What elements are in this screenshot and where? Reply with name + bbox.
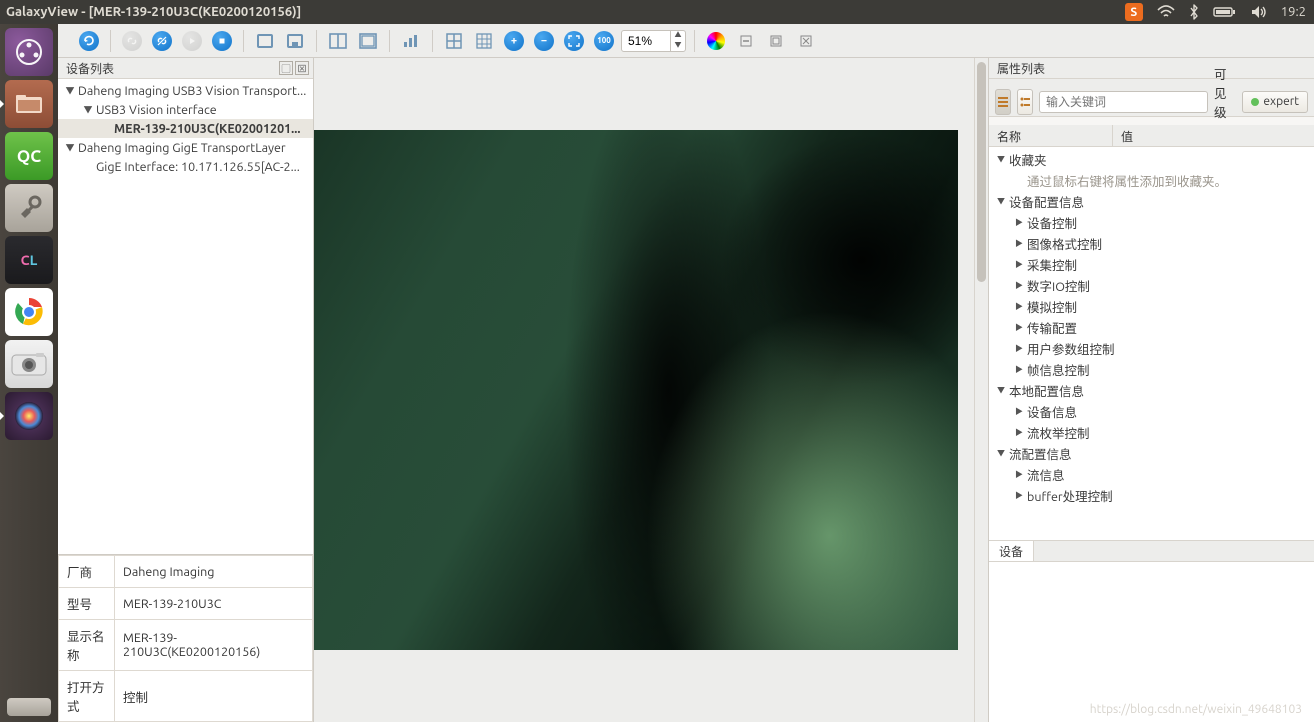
property-view-tree-icon[interactable]: [1017, 89, 1033, 115]
zoom-out-button[interactable]: −: [531, 28, 557, 54]
property-panel-header: 属性列表: [989, 58, 1314, 79]
bluetooth-icon[interactable]: [1189, 4, 1199, 20]
launcher-settings-icon[interactable]: [5, 184, 53, 232]
device-list-panel: 设备列表 ▢ ⊠ ▼Daheng Imaging USB3 Vision Tra…: [58, 58, 314, 722]
save-button[interactable]: [282, 28, 308, 54]
panel-close-icon[interactable]: ⊠: [295, 61, 309, 75]
property-tree-row[interactable]: ▶buffer处理控制: [989, 485, 1314, 506]
image-scroll-area[interactable]: [314, 58, 974, 722]
property-tree-row[interactable]: ▶图像格式控制: [989, 233, 1314, 254]
input-method-icon[interactable]: S: [1125, 3, 1143, 21]
zoom-100-button[interactable]: 100: [591, 28, 617, 54]
launcher-camera-icon[interactable]: [5, 340, 53, 388]
window-title: GalaxyView - [MER-139-210U3C(KE020012015…: [6, 5, 1125, 19]
close-panel-button[interactable]: [793, 28, 819, 54]
device-info-table: 厂商Daheng Imaging型号MER-139-210U3C显示名称MER-…: [58, 554, 313, 722]
property-tree-row[interactable]: ▶用户参数组控制: [989, 338, 1314, 359]
minimize-panel-button[interactable]: [733, 28, 759, 54]
zoom-in-button[interactable]: +: [501, 28, 527, 54]
layout-split-button[interactable]: [325, 28, 351, 54]
device-tree-row[interactable]: MER-139-210U3C(KE02001201...: [58, 119, 313, 138]
launcher-qc-icon[interactable]: QC: [5, 132, 53, 180]
property-tree[interactable]: ▼收藏夹通过鼠标右键将属性添加到收藏夹。▼设备配置信息▶设备控制▶图像格式控制▶…: [989, 147, 1314, 540]
property-tabs: 设备: [989, 540, 1314, 562]
unlink-button[interactable]: [149, 28, 175, 54]
property-tree-row[interactable]: 通过鼠标右键将属性添加到收藏夹。: [989, 170, 1314, 191]
property-tree-row[interactable]: ▶流枚举控制: [989, 422, 1314, 443]
zoom-step-down[interactable]: ▼: [671, 41, 685, 51]
property-tree-row[interactable]: ▼收藏夹: [989, 149, 1314, 170]
property-search-input[interactable]: [1039, 91, 1208, 113]
property-tree-row[interactable]: ▼流配置信息: [989, 443, 1314, 464]
color-wheel-button[interactable]: [703, 28, 729, 54]
refresh-button[interactable]: [76, 28, 102, 54]
device-tree[interactable]: ▼Daheng Imaging USB3 Vision Transport...…: [58, 79, 313, 554]
tab-device[interactable]: 设备: [989, 541, 1034, 561]
camera-preview-image: [314, 130, 958, 650]
property-columns-header: 名称 值: [989, 125, 1314, 147]
property-detail-area: [989, 562, 1314, 722]
device-list-header: 设备列表 ▢ ⊠: [58, 58, 313, 79]
stop-button[interactable]: [209, 28, 235, 54]
indicator-area: S 19:2: [1125, 3, 1306, 21]
battery-icon[interactable]: [1213, 6, 1237, 18]
layout-single-button[interactable]: [355, 28, 381, 54]
property-tree-row[interactable]: ▶传输配置: [989, 317, 1314, 338]
property-tree-row[interactable]: ▶数字IO控制: [989, 275, 1314, 296]
property-tree-row[interactable]: ▼设备配置信息: [989, 191, 1314, 212]
unity-launcher: QC CL: [0, 24, 58, 722]
property-tree-row[interactable]: ▶设备控制: [989, 212, 1314, 233]
device-tree-row[interactable]: GigE Interface: 10.171.126.55[AC-2...: [58, 157, 313, 176]
device-tree-row[interactable]: ▼Daheng Imaging USB3 Vision Transport...: [58, 81, 313, 100]
device-tree-row[interactable]: ▼Daheng Imaging GigE TransportLayer: [58, 138, 313, 157]
launcher-galaxyview-icon[interactable]: [5, 392, 53, 440]
vertical-scrollbar[interactable]: [974, 58, 988, 722]
galaxyview-app: + − 100 ▲▼ 设备列表 ▢ ⊠ ▼Daheng Imaging USB3…: [58, 24, 1314, 722]
launcher-files-icon[interactable]: [5, 80, 53, 128]
sound-icon[interactable]: [1251, 5, 1267, 19]
image-viewport: [314, 58, 988, 722]
property-panel: 属性列表 可见级别 expert 名称 值 ▼收藏夹通过鼠标右键将属性添加到收藏…: [988, 58, 1314, 722]
grid9-button[interactable]: [471, 28, 497, 54]
property-tree-row[interactable]: ▶模拟控制: [989, 296, 1314, 317]
property-tree-row[interactable]: ▶采集控制: [989, 254, 1314, 275]
zoom-fit-button[interactable]: [561, 28, 587, 54]
zoom-step-up[interactable]: ▲: [671, 31, 685, 41]
launcher-disk-icon[interactable]: [7, 698, 51, 716]
main-toolbar: + − 100 ▲▼: [58, 24, 1314, 58]
play-button: [179, 28, 205, 54]
visibility-level-button[interactable]: expert: [1242, 91, 1308, 113]
grid4-button[interactable]: [441, 28, 467, 54]
property-view-list-icon[interactable]: [995, 89, 1011, 115]
device-tree-row[interactable]: ▼USB3 Vision interface: [58, 100, 313, 119]
property-tree-row[interactable]: ▶设备信息: [989, 401, 1314, 422]
launcher-chrome-icon[interactable]: [5, 288, 53, 336]
launcher-clion-icon[interactable]: CL: [5, 236, 53, 284]
restore-panel-button[interactable]: [763, 28, 789, 54]
open-button[interactable]: [252, 28, 278, 54]
zoom-value-field[interactable]: [622, 34, 670, 48]
property-tree-row[interactable]: ▶流信息: [989, 464, 1314, 485]
property-tree-row[interactable]: ▼本地配置信息: [989, 380, 1314, 401]
property-toolbar: 可见级别 expert: [989, 79, 1314, 117]
property-tree-row[interactable]: ▶帧信息控制: [989, 359, 1314, 380]
zoom-input[interactable]: ▲▼: [621, 30, 686, 52]
wifi-icon[interactable]: [1157, 5, 1175, 19]
link-button: [119, 28, 145, 54]
histogram-button[interactable]: [398, 28, 424, 54]
panel-float-icon[interactable]: ▢: [279, 61, 293, 75]
launcher-dash-icon[interactable]: [5, 28, 53, 76]
ubuntu-top-panel: GalaxyView - [MER-139-210U3C(KE020012015…: [0, 0, 1314, 24]
clock-label[interactable]: 19:2: [1281, 5, 1306, 19]
